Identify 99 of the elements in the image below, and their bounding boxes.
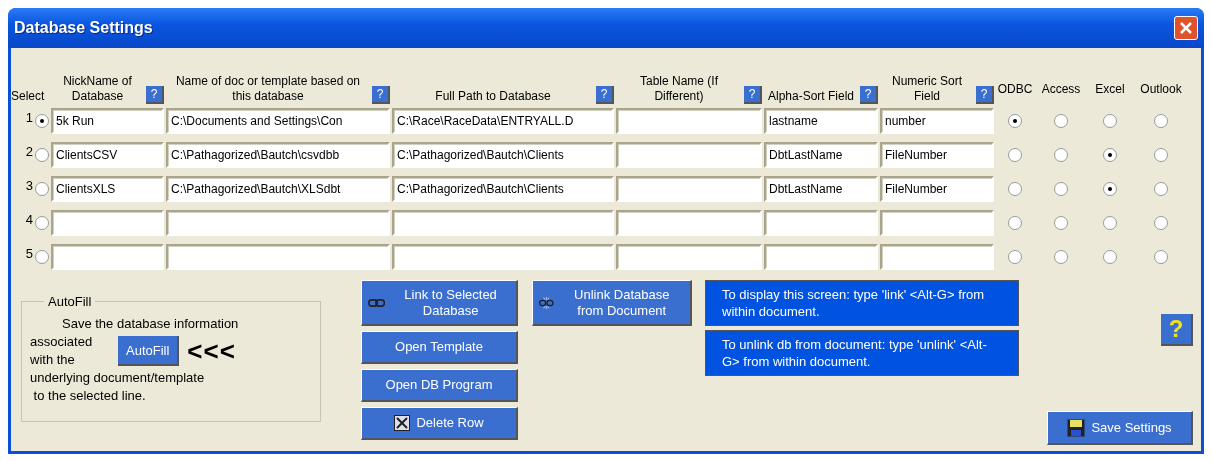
action-button[interactable]: Open DB Program [361,369,518,402]
row-number: 2 [25,144,33,159]
arrow-marks: <<< [187,335,236,367]
row-number: 1 [25,110,33,125]
source-radio[interactable] [1154,216,1168,230]
source-radio[interactable] [1103,250,1117,264]
close-button[interactable] [1174,16,1198,40]
help-button[interactable]: ? [596,86,614,104]
autofill-description: associated [30,333,94,351]
help-button[interactable]: ? [744,86,762,104]
row-number: 5 [25,246,33,261]
source-radio[interactable] [1008,216,1022,230]
input-field[interactable]: 5k Run [51,108,164,134]
help-button[interactable]: ? [860,86,878,104]
select-radio[interactable] [35,182,49,196]
select-radio[interactable] [35,250,49,264]
close-icon [1180,22,1192,34]
input-field[interactable] [616,244,762,270]
column-header: Full Path to Database [434,89,552,104]
column-header: Excel [1094,82,1126,97]
input-field[interactable] [51,210,164,236]
source-radio[interactable] [1054,148,1068,162]
select-radio[interactable] [35,148,49,162]
input-field[interactable]: C:\Pathagorized\Bautch\XLSdbt [166,176,390,202]
group-title: AutoFill [47,294,93,309]
input-field[interactable]: C:\Pathagorized\Bautch\Clients [392,142,614,168]
source-radio[interactable] [1103,182,1117,196]
source-radio[interactable] [1054,216,1068,230]
input-field[interactable] [616,142,762,168]
input-field[interactable] [764,244,878,270]
input-field[interactable] [764,210,878,236]
action-button[interactable]: Delete Row [361,407,518,440]
input-field[interactable]: C:\Pathagorized\Bautch\Clients [392,176,614,202]
source-radio[interactable] [1103,148,1117,162]
save-settings-button[interactable]: Save Settings [1047,411,1193,445]
source-radio[interactable] [1054,250,1068,264]
info-note: To display this screen: type 'link' <Alt-G> from within document. [705,280,1019,326]
input-field[interactable]: ClientsXLS [51,176,164,202]
autofill-description: with the [30,351,76,369]
source-radio[interactable] [1008,148,1022,162]
input-field[interactable] [51,244,164,270]
action-button[interactable]: Open Template [361,331,518,364]
input-field[interactable]: DbtLastName [764,142,878,168]
input-field[interactable]: lastname [764,108,878,134]
input-field[interactable] [880,244,994,270]
input-field[interactable]: C:\Race\RaceData\ENTRYALL.D [392,108,614,134]
input-field[interactable] [616,176,762,202]
input-field[interactable] [880,210,994,236]
autofill-description: Save the database information [61,315,240,333]
source-radio[interactable] [1154,250,1168,264]
source-radio[interactable] [1054,182,1068,196]
input-field[interactable]: number [880,108,994,134]
column-header: Alpha-Sort Field [766,89,855,104]
input-field[interactable] [392,210,614,236]
source-radio[interactable] [1054,114,1068,128]
autofill-description: underlying document/template [30,369,206,387]
select-radio[interactable] [35,114,49,128]
autofill-button[interactable]: AutoFill [118,336,180,366]
input-field[interactable] [166,244,390,270]
info-note: To unlink db from document: type 'unlink' <Alt-G> from within document. [705,330,1019,376]
input-field[interactable]: FileNumber [880,142,994,168]
action-button[interactable]: Link to Selected Database [361,280,518,326]
column-header: ODBC [996,82,1034,97]
help-button[interactable]: ? [1161,314,1193,346]
window-title: Database Settings [14,19,153,37]
select-radio[interactable] [35,216,49,230]
column-header: Access [1040,82,1082,97]
row-number: 4 [25,212,33,227]
help-button[interactable]: ? [976,86,994,104]
input-field[interactable]: DbtLastName [764,176,878,202]
column-header: Outlook [1139,82,1183,97]
input-field[interactable]: FileNumber [880,176,994,202]
autofill-description: to the selected line. [32,387,147,405]
column-header: Table Name (If Different) [639,74,719,104]
column-header: NickName of Database [62,74,133,104]
input-field[interactable] [392,244,614,270]
input-field[interactable] [616,210,762,236]
column-header: Numeric Sort Field [891,74,963,104]
input-field[interactable]: C:\Documents and Settings\Con [166,108,390,134]
help-button[interactable]: ? [146,86,164,104]
input-field[interactable]: C:\Pathagorized\Bautch\csvdbb [166,142,390,168]
source-radio[interactable] [1008,182,1022,196]
source-radio[interactable] [1103,216,1117,230]
chain-link-icon [368,296,386,309]
help-button[interactable]: ? [372,86,390,104]
source-radio[interactable] [1008,114,1022,128]
source-radio[interactable] [1154,182,1168,196]
source-radio[interactable] [1154,148,1168,162]
input-field[interactable]: ClientsCSV [51,142,164,168]
source-radio[interactable] [1008,250,1022,264]
input-field[interactable] [616,108,762,134]
row-number: 3 [25,178,33,193]
source-radio[interactable] [1103,114,1117,128]
column-header: Select [11,89,46,104]
unlink-button[interactable]: Unlink Database from Document [532,280,692,326]
delete-x-icon [394,415,411,431]
input-field[interactable] [166,210,390,236]
column-header: Name of doc or template based on this database [174,74,362,104]
source-radio[interactable] [1154,114,1168,128]
